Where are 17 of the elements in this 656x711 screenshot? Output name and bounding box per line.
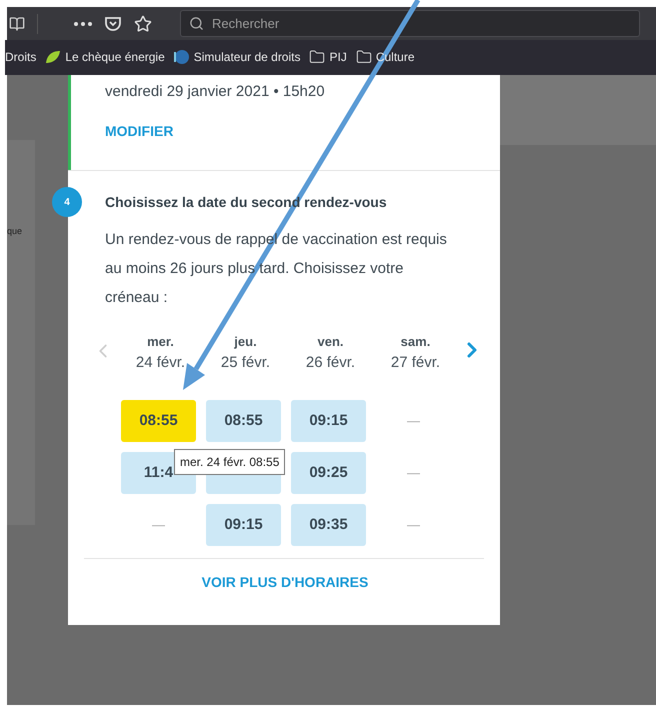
day-name: jeu. (234, 333, 257, 351)
no-slot-dash: — (152, 516, 165, 534)
day-date: 24 févr. (136, 352, 186, 372)
day-name: mer. (147, 333, 174, 351)
no-slot-dash: — (407, 516, 420, 534)
no-slot-dash: — (407, 412, 420, 430)
appointment-date: vendredi 29 janvier 2021 • 15h20 (105, 82, 325, 102)
background-text: que (7, 225, 24, 238)
step-number-badge: 4 (52, 187, 82, 217)
day-name: sam. (400, 333, 430, 351)
day-name: ven. (317, 333, 344, 351)
search-placeholder: Rechercher (212, 14, 280, 33)
day-date: 27 févr. (390, 352, 440, 372)
no-slot-dash: — (407, 464, 420, 482)
tooltip: mer. 24 févr. 08:55 (174, 449, 286, 475)
day-date: 25 févr. (220, 352, 270, 372)
day-date: 26 févr. (306, 352, 356, 372)
